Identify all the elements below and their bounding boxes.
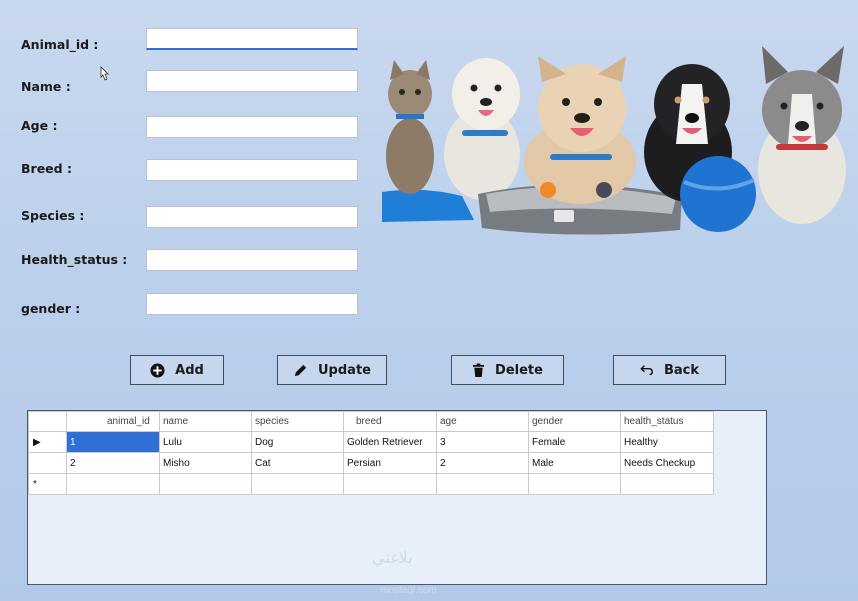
cell-name[interactable]: Misho [159,452,252,474]
name-input[interactable] [146,70,358,92]
label-health-status: Health_status : [21,252,128,267]
label-gender: gender : [21,301,81,316]
cell-age[interactable]: 3 [436,431,529,453]
delete-button-label: Delete [495,362,543,378]
cell-new[interactable] [251,473,344,495]
delete-button[interactable]: Delete [451,355,564,385]
table-header-row: animal_id name species breed age gender … [28,411,714,432]
cell-new[interactable] [159,473,252,495]
cell-new[interactable] [343,473,437,495]
label-species: Species : [21,208,85,223]
cell-new[interactable] [528,473,621,495]
cell-gender[interactable]: Male [528,452,621,474]
row-header-current[interactable]: ▶ [28,431,67,453]
new-row[interactable]: * [28,473,714,495]
age-input[interactable] [146,116,358,138]
cell-species[interactable]: Dog [251,431,344,453]
back-arrow-icon [640,365,653,376]
column-header-species[interactable]: species [251,411,344,432]
column-header-gender[interactable]: gender [528,411,621,432]
cell-breed[interactable]: Golden Retriever [343,431,437,453]
cell-animal-id[interactable]: 2 [66,452,160,474]
animal-id-input[interactable] [146,28,358,50]
column-header-animal-id[interactable]: animal_id [66,411,160,432]
back-button[interactable]: Back [613,355,726,385]
cell-health-status[interactable]: Needs Checkup [620,452,714,474]
column-header-age[interactable]: age [436,411,529,432]
table-row[interactable]: ▶ 1 Lulu Dog Golden Retriever 3 Female H… [28,431,714,453]
add-button[interactable]: Add [130,355,224,385]
column-header-health-status[interactable]: health_status [620,411,714,432]
column-header-breed[interactable]: breed [343,411,437,432]
update-button[interactable]: Update [277,355,387,385]
pencil-icon [294,364,307,376]
back-button-label: Back [663,362,700,378]
health-status-input[interactable] [146,249,358,271]
update-button-label: Update [318,362,371,378]
trash-icon [472,363,485,377]
row-header-corner [28,411,67,432]
label-animal-id: Animal_id : [21,37,99,52]
breed-input[interactable] [146,159,358,181]
species-input[interactable] [146,206,358,228]
add-button-label: Add [175,362,204,378]
mouse-cursor-icon [100,66,109,81]
pets-image [382,44,852,240]
row-header-new[interactable]: * [28,473,67,495]
cell-health-status[interactable]: Healthy [620,431,714,453]
animals-table: animal_id name species breed age gender … [28,411,714,495]
label-name: Name : [21,79,71,94]
cell-name[interactable]: Lulu [159,431,252,453]
table-row[interactable]: 2 Misho Cat Persian 2 Male Needs Checkup [28,452,714,474]
cell-new[interactable] [620,473,714,495]
cell-new[interactable] [436,473,529,495]
cell-age[interactable]: 2 [436,452,529,474]
gender-input[interactable] [146,293,358,315]
watermark-url: mostaql.com [380,585,437,596]
watermark-logo: بلاغتي [372,548,413,567]
column-header-name[interactable]: name [159,411,252,432]
cell-breed[interactable]: Persian [343,452,437,474]
cell-species[interactable]: Cat [251,452,344,474]
label-breed: Breed : [21,161,72,176]
plus-circle-icon [150,362,165,378]
label-age: Age : [21,118,58,133]
row-header[interactable] [28,452,67,474]
cell-gender[interactable]: Female [528,431,621,453]
cell-animal-id[interactable]: 1 [66,431,160,453]
cell-new[interactable] [66,473,160,495]
